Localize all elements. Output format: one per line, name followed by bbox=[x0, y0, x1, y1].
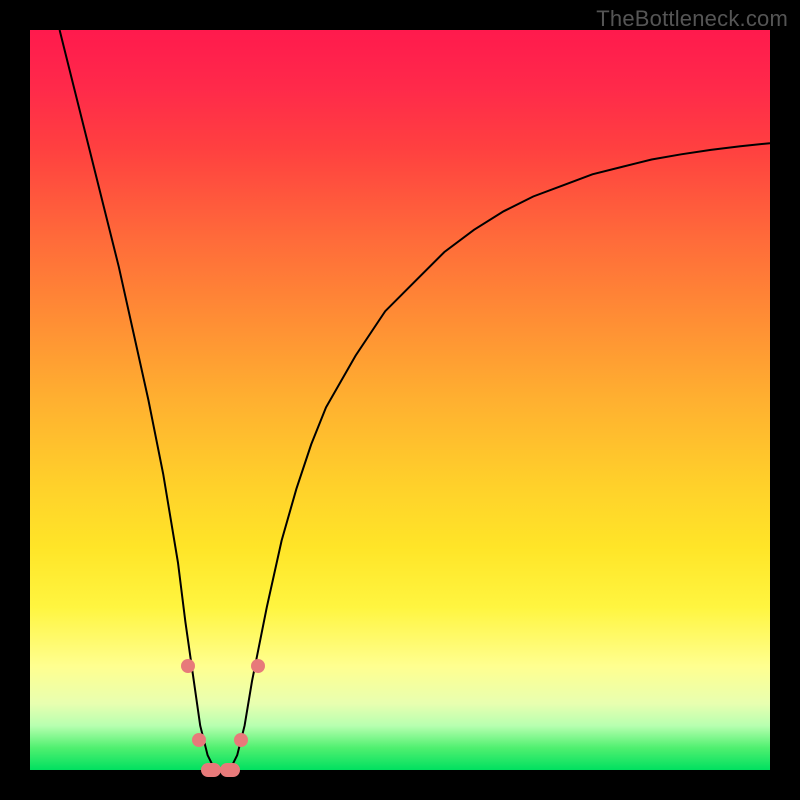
curve-svg bbox=[30, 30, 770, 770]
bottleneck-curve bbox=[60, 30, 770, 770]
curve-marker bbox=[220, 763, 240, 777]
curve-marker bbox=[181, 659, 195, 673]
curve-marker bbox=[234, 733, 248, 747]
chart-plot-area bbox=[30, 30, 770, 770]
watermark-text: TheBottleneck.com bbox=[596, 6, 788, 32]
curve-marker bbox=[192, 733, 206, 747]
curve-marker bbox=[201, 763, 221, 777]
curve-marker bbox=[251, 659, 265, 673]
